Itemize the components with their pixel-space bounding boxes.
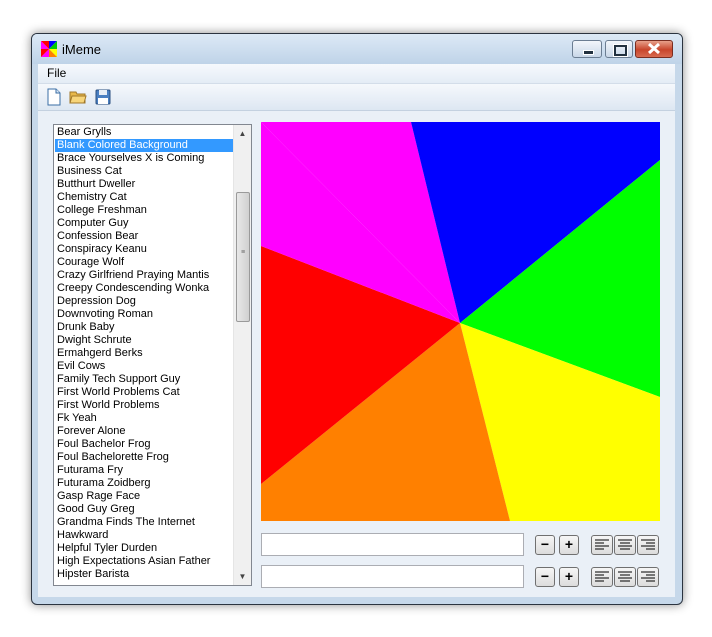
list-item[interactable]: Good Guy Greg	[55, 503, 233, 516]
list-item[interactable]: Hipster Barista	[55, 568, 233, 581]
align-center-icon	[618, 571, 632, 582]
new-document-icon[interactable]	[45, 88, 63, 106]
maximize-icon	[613, 44, 628, 57]
scroll-grip-icon: ≡	[240, 249, 246, 256]
menu-file[interactable]: File	[47, 66, 66, 80]
menu-bar: File	[38, 64, 675, 84]
meme-list[interactable]: Bear Grylls Blank Colored Background Brace…	[53, 124, 252, 586]
list-item[interactable]: Chemistry Cat	[55, 191, 233, 204]
list-item[interactable]: Fk Yeah	[55, 412, 233, 425]
minimize-button[interactable]	[572, 40, 602, 58]
align-right-icon	[641, 539, 655, 550]
top-text-increase-button[interactable]: +	[559, 535, 579, 555]
list-item[interactable]: Bear Grylls	[55, 126, 233, 139]
app-icon	[41, 41, 57, 57]
list-item[interactable]: Family Tech Support Guy	[55, 373, 233, 386]
list-item[interactable]: High Expectations Asian Father	[55, 555, 233, 568]
client-area: File Bear Grylls Blank Colored Background…	[38, 64, 675, 597]
list-item[interactable]: Crazy Girlfriend Praying Mantis	[55, 269, 233, 282]
minimize-icon	[583, 50, 594, 55]
close-icon	[647, 42, 661, 55]
scroll-thumb[interactable]: ≡	[236, 192, 250, 322]
list-item[interactable]: Conspiracy Keanu	[55, 243, 233, 256]
list-item[interactable]: Blank Colored Background	[55, 139, 233, 152]
top-text-input[interactable]	[261, 533, 524, 556]
top-align-right-button[interactable]	[637, 535, 659, 555]
close-button[interactable]	[635, 40, 673, 58]
bottom-text-increase-button[interactable]: +	[559, 567, 579, 587]
list-item[interactable]: Brace Yourselves X is Coming	[55, 152, 233, 165]
align-center-icon	[618, 539, 632, 550]
toolbar	[38, 84, 675, 111]
list-item[interactable]: Depression Dog	[55, 295, 233, 308]
list-item[interactable]: Downvoting Roman	[55, 308, 233, 321]
window-title: iMeme	[62, 42, 102, 57]
top-text-decrease-button[interactable]: −	[535, 535, 555, 555]
meme-list-items: Bear Grylls Blank Colored Background Brace…	[55, 126, 233, 581]
list-item[interactable]: College Freshman	[55, 204, 233, 217]
list-item[interactable]: Courage Wolf	[55, 256, 233, 269]
list-item[interactable]: Gasp Rage Face	[55, 490, 233, 503]
list-item[interactable]: Computer Guy	[55, 217, 233, 230]
list-item[interactable]: Foul Bachelor Frog	[55, 438, 233, 451]
align-left-icon	[595, 571, 609, 582]
list-item[interactable]: Butthurt Dweller	[55, 178, 233, 191]
bottom-align-right-button[interactable]	[637, 567, 659, 587]
list-item[interactable]: Futurama Zoidberg	[55, 477, 233, 490]
list-item[interactable]: Hawkward	[55, 529, 233, 542]
scroll-down-arrow-icon[interactable]: ▼	[234, 568, 251, 585]
title-bar[interactable]: iMeme	[32, 34, 682, 64]
list-item[interactable]: First World Problems	[55, 399, 233, 412]
list-item[interactable]: Business Cat	[55, 165, 233, 178]
list-item[interactable]: Evil Cows	[55, 360, 233, 373]
list-item[interactable]: Foul Bachelorette Frog	[55, 451, 233, 464]
list-item[interactable]: Dwight Schrute	[55, 334, 233, 347]
scroll-up-arrow-icon[interactable]: ▲	[234, 125, 251, 142]
bottom-text-decrease-button[interactable]: −	[535, 567, 555, 587]
meme-preview-canvas	[261, 122, 660, 521]
bottom-align-center-button[interactable]	[614, 567, 636, 587]
align-right-icon	[641, 571, 655, 582]
list-item[interactable]: Helpful Tyler Durden	[55, 542, 233, 555]
save-disk-icon[interactable]	[94, 88, 112, 106]
list-item[interactable]: First World Problems Cat	[55, 386, 233, 399]
maximize-button[interactable]	[605, 40, 633, 58]
list-scrollbar[interactable]: ▲ ≡ ▼	[233, 125, 251, 585]
align-left-icon	[595, 539, 609, 550]
list-item[interactable]: Drunk Baby	[55, 321, 233, 334]
open-folder-icon[interactable]	[69, 88, 87, 106]
imeme-window: iMeme File Bear Grylls Blank Colored Bac…	[31, 33, 683, 605]
list-item[interactable]: Creepy Condescending Wonka	[55, 282, 233, 295]
bottom-text-input[interactable]	[261, 565, 524, 588]
top-align-left-button[interactable]	[591, 535, 613, 555]
list-item[interactable]: Forever Alone	[55, 425, 233, 438]
top-align-center-button[interactable]	[614, 535, 636, 555]
bottom-align-left-button[interactable]	[591, 567, 613, 587]
list-item[interactable]: Ermahgerd Berks	[55, 347, 233, 360]
list-item[interactable]: Confession Bear	[55, 230, 233, 243]
list-item[interactable]: Futurama Fry	[55, 464, 233, 477]
list-item[interactable]: Grandma Finds The Internet	[55, 516, 233, 529]
